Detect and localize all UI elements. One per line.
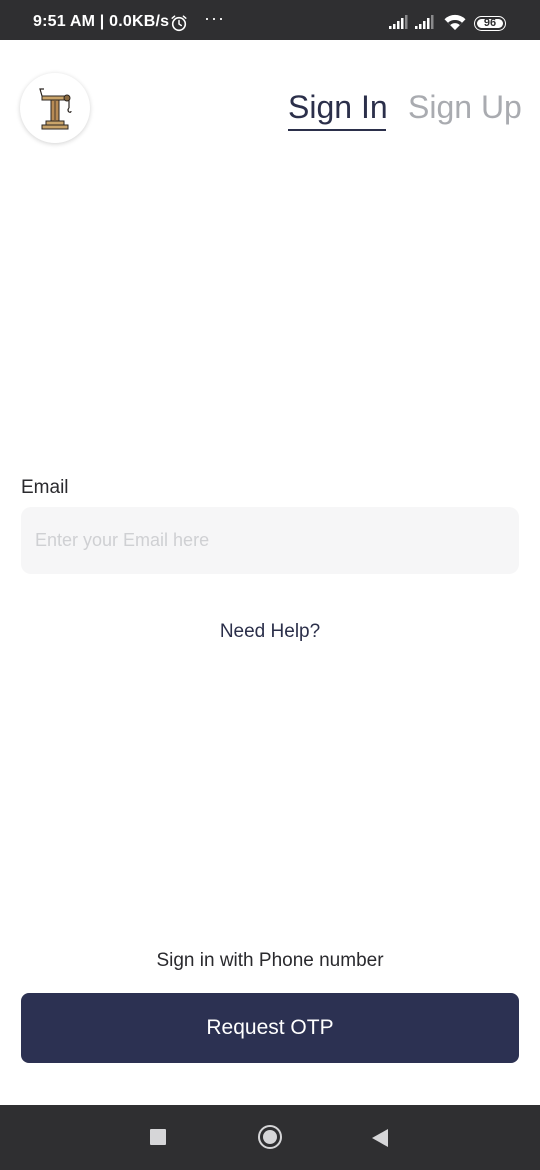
battery-level: 96 <box>483 17 497 29</box>
signal-icon <box>414 15 436 34</box>
request-otp-button[interactable]: Request OTP <box>21 993 519 1063</box>
wifi-icon <box>443 13 467 36</box>
alarm-icon <box>170 14 188 32</box>
status-bar: 9:51 AM | 0.0KB/s ··· 96 <box>0 0 540 40</box>
system-nav-bar <box>0 1105 540 1170</box>
home-icon[interactable] <box>258 1125 282 1149</box>
sign-in-with-phone-link[interactable]: Sign in with Phone number <box>0 949 540 973</box>
back-icon[interactable] <box>372 1129 388 1147</box>
recents-icon[interactable] <box>150 1129 166 1145</box>
signal-icon <box>388 15 410 34</box>
app-logo <box>20 73 90 143</box>
crane-logo-icon <box>39 88 72 130</box>
battery-icon: 96 <box>474 16 506 31</box>
need-help-link[interactable]: Need Help? <box>0 620 540 644</box>
tab-sign-in[interactable]: Sign In <box>288 87 388 127</box>
tab-sign-up[interactable]: Sign Up <box>408 87 522 127</box>
overflow-dots-icon: ··· <box>204 8 225 28</box>
email-input[interactable] <box>21 507 519 574</box>
email-label: Email <box>21 477 69 498</box>
active-tab-indicator <box>288 129 386 131</box>
status-time: 9:51 AM | 0.0KB/s <box>33 13 170 30</box>
